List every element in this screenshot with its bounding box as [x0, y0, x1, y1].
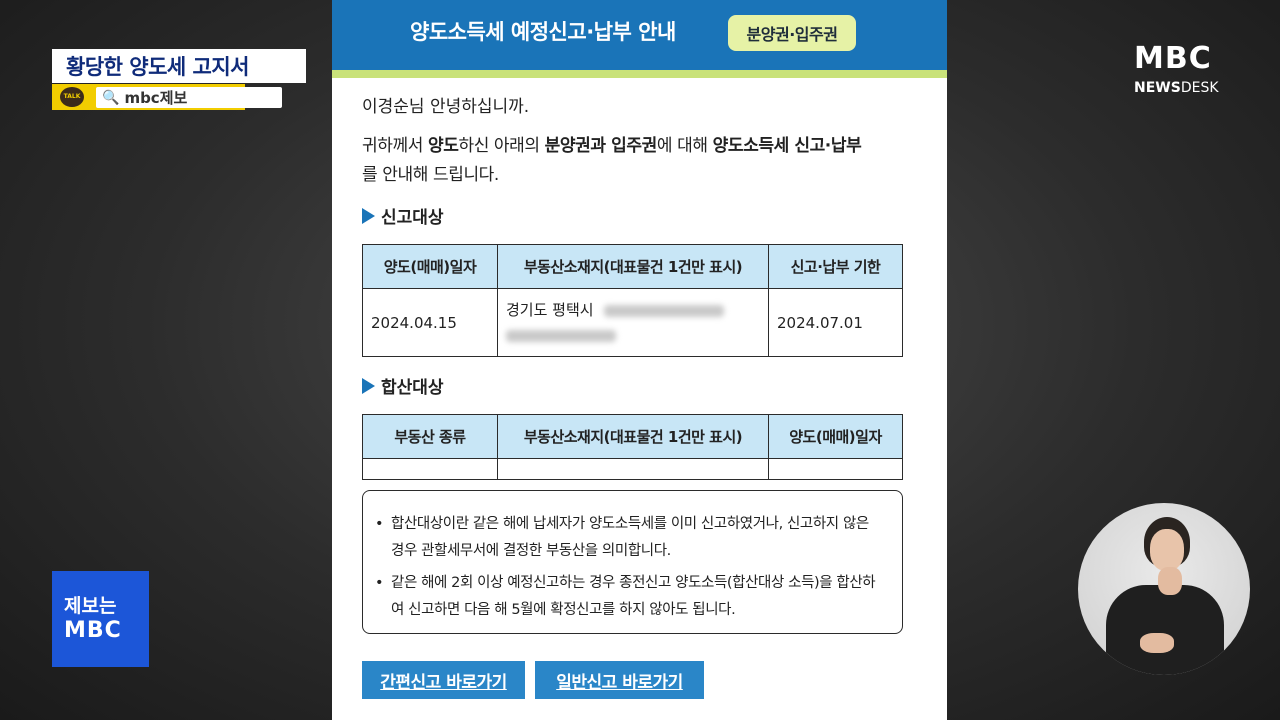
intro-part: 하신 아래의 — [458, 136, 545, 156]
interpreter-hand — [1158, 567, 1182, 595]
location-text: 경기도 평택시 — [506, 301, 594, 319]
intro-bold: 양도소득세 신고·납부 — [712, 136, 862, 156]
greeting-text: 이경순님 안녕하십니까. — [362, 97, 530, 117]
report-to-mbc-badge: 제보는 MBC — [52, 571, 149, 667]
document-badge: 분양권·입주권 — [728, 15, 856, 51]
newsdesk-logo: NEWSDESK — [1134, 80, 1219, 96]
talk-search-label: mbc제보 — [124, 89, 188, 107]
table-header-cell: 신고·납부 기한 — [768, 244, 903, 289]
sign-language-interpreter — [1078, 503, 1250, 675]
jebo-line1: 제보는 — [64, 595, 117, 617]
section-title-combined: 합산대상 — [362, 373, 444, 398]
intro-bold: 양도 — [427, 136, 459, 156]
kakao-talk-bar: TALK 🔍 mbc제보 — [52, 84, 282, 110]
header-stripe — [332, 70, 947, 78]
triangle-bullet-icon — [362, 207, 375, 224]
simple-report-button[interactable]: 간편신고 바로가기 — [362, 661, 525, 699]
table-cell-deadline: 2024.07.01 — [768, 288, 903, 357]
interpreter-body — [1106, 585, 1224, 675]
document-header: 양도소득세 예정신고·납부 안내 분양권·입주권 — [332, 0, 947, 70]
section-title-label: 신고대상 — [381, 208, 444, 228]
section-title-report: 신고대상 — [362, 203, 444, 228]
notes-box: • 합산대상이란 같은 해에 납세자가 양도소득세를 이미 신고하였거나, 신고… — [362, 490, 903, 634]
blurred-address — [604, 304, 725, 317]
table-cell-empty — [362, 458, 498, 480]
tax-notice-document: 양도소득세 예정신고·납부 안내 분양권·입주권 이경순님 안녕하십니까. 귀하… — [332, 0, 947, 720]
table-header-cell: 양도(매매)일자 — [768, 414, 903, 459]
table-cell-empty — [768, 458, 903, 480]
table-header-cell: 양도(매매)일자 — [362, 244, 498, 289]
table-header-row: 부동산 종류 부동산소재지(대표물건 1건만 표시) 양도(매매)일자 — [362, 414, 903, 459]
intro-bold: 분양권과 입주권 — [544, 136, 658, 156]
report-table: 양도(매매)일자 부동산소재지(대표물건 1건만 표시) 신고·납부 기한 20… — [362, 244, 903, 357]
bullet-icon: • — [375, 575, 384, 591]
section-title-label: 합산대상 — [381, 378, 444, 398]
intro-text: 귀하께서 양도하신 아래의 분양권과 입주권에 대해 양도소득세 신고·납부를 … — [362, 132, 922, 190]
triangle-bullet-icon — [362, 377, 375, 394]
table-header-cell: 부동산 종류 — [362, 414, 498, 459]
newsdesk-bold: NEWS — [1134, 80, 1181, 96]
kakao-talk-icon: TALK — [60, 87, 84, 107]
interpreter-hand — [1140, 633, 1174, 653]
table-cell-empty — [497, 458, 769, 480]
news-caption: 황당한 양도세 고지서 — [52, 49, 306, 83]
table-row — [362, 458, 903, 480]
newsdesk-rest: DESK — [1180, 80, 1219, 96]
blurred-address — [506, 330, 616, 342]
bullet-icon: • — [375, 516, 384, 532]
intro-part: 귀하께서 — [362, 136, 428, 156]
table-header-cell: 부동산소재지(대표물건 1건만 표시) — [497, 414, 769, 459]
table-header-cell: 부동산소재지(대표물건 1건만 표시) — [497, 244, 769, 289]
intro-part: 에 대해 — [656, 136, 713, 156]
search-icon: 🔍 — [102, 89, 120, 106]
interpreter-face — [1150, 529, 1184, 571]
note-text: 같은 해에 2회 이상 예정신고하는 경우 종전신고 양도소득(합산대상 소득)… — [391, 575, 876, 618]
table-cell-date: 2024.04.15 — [362, 288, 498, 357]
talk-search-box: 🔍 mbc제보 — [96, 87, 282, 108]
mbc-logo: MBC — [1134, 41, 1212, 76]
document-title: 양도소득세 예정신고·납부 안내 — [410, 20, 676, 44]
note-item: • 같은 해에 2회 이상 예정신고하는 경우 종전신고 양도소득(합산대상 소… — [375, 570, 884, 624]
intro-part: 를 안내해 드립니다. — [362, 165, 499, 185]
general-report-button[interactable]: 일반신고 바로가기 — [535, 661, 704, 699]
table-cell-location: 경기도 평택시 — [497, 288, 769, 357]
table-row: 2024.04.15 경기도 평택시 2024.07.01 — [362, 288, 903, 357]
note-item: • 합산대상이란 같은 해에 납세자가 양도소득세를 이미 신고하였거나, 신고… — [375, 511, 884, 565]
combined-table: 부동산 종류 부동산소재지(대표물건 1건만 표시) 양도(매매)일자 — [362, 414, 903, 480]
jebo-line2: MBC — [64, 618, 122, 643]
note-text: 합산대상이란 같은 해에 납세자가 양도소득세를 이미 신고하였거나, 신고하지… — [391, 516, 869, 559]
table-header-row: 양도(매매)일자 부동산소재지(대표물건 1건만 표시) 신고·납부 기한 — [362, 244, 903, 289]
